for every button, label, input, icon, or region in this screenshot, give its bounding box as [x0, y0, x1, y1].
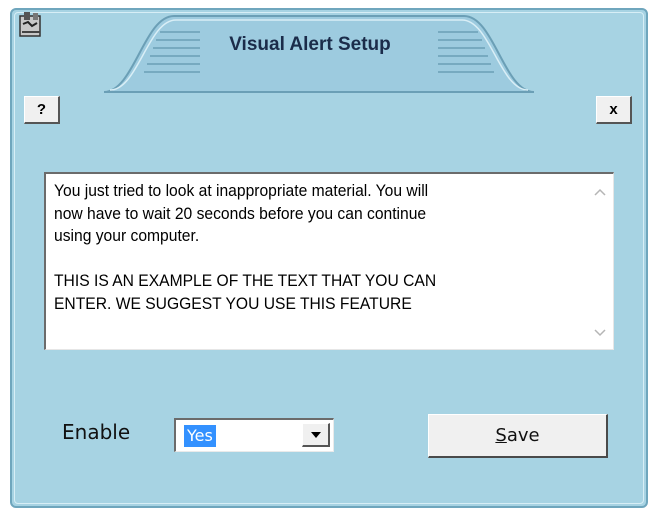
enable-dropdown-button[interactable]: [302, 423, 330, 447]
enable-selected-value: Yes: [184, 425, 216, 447]
enable-select[interactable]: Yes: [174, 418, 334, 452]
alert-message-text: You just tried to look at inappropriate …: [54, 181, 437, 313]
message-scrollbar[interactable]: [587, 174, 613, 349]
chevron-up-icon[interactable]: [587, 180, 613, 204]
enable-label: Enable: [62, 420, 131, 444]
close-button[interactable]: x: [596, 96, 632, 124]
chevron-down-icon[interactable]: [587, 321, 613, 345]
dialog-title: Visual Alert Setup: [229, 34, 391, 55]
help-button[interactable]: ?: [24, 96, 60, 124]
app-logo-icon: [19, 12, 41, 37]
alert-message-textarea[interactable]: You just tried to look at inappropriate …: [44, 172, 614, 350]
save-label-rest: ave: [506, 425, 540, 446]
triangle-down-icon: [310, 431, 321, 438]
save-mnemonic: S: [495, 425, 507, 446]
save-button[interactable]: Save: [428, 414, 608, 458]
